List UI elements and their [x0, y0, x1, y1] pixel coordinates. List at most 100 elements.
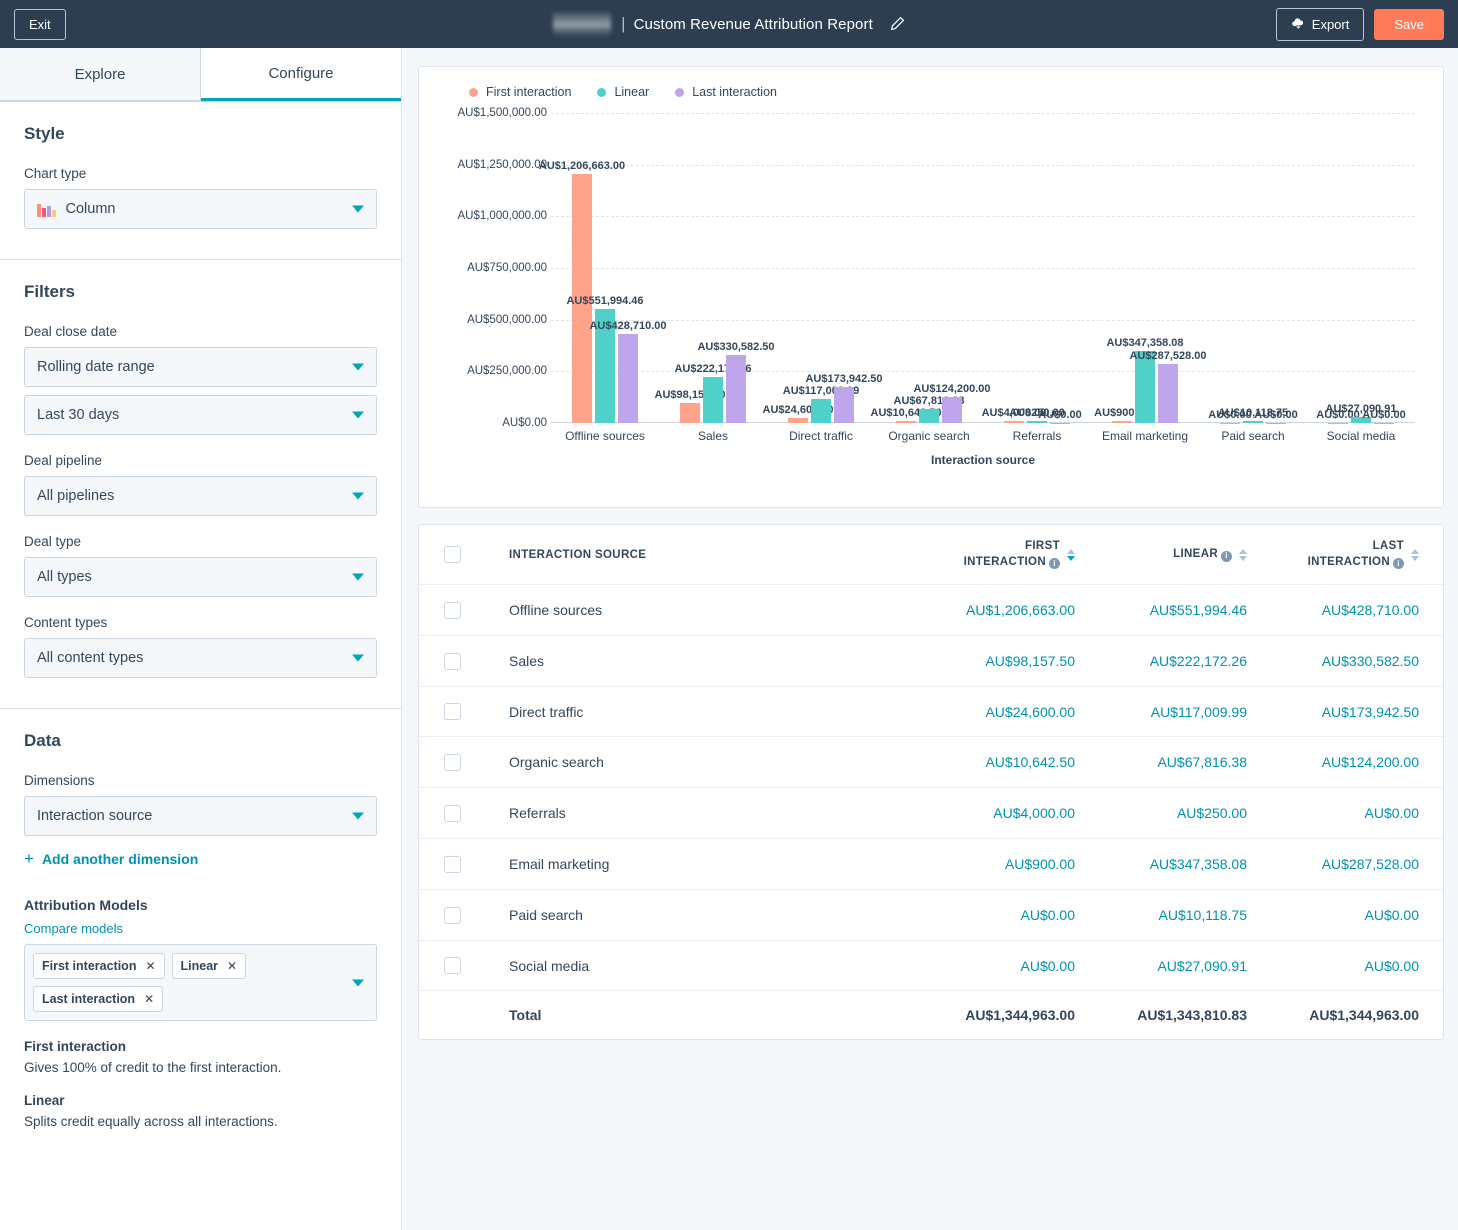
- row-checkbox[interactable]: [443, 957, 461, 975]
- tab-configure[interactable]: Configure: [201, 48, 401, 101]
- bar[interactable]: AU$330,582.50: [697, 341, 775, 423]
- cell-last-interaction[interactable]: AU$173,942.50: [1271, 686, 1443, 738]
- cell-last-interaction[interactable]: AU$287,528.00: [1271, 838, 1443, 890]
- sort-linear[interactable]: [1239, 548, 1247, 561]
- select-all-checkbox[interactable]: [443, 546, 461, 564]
- cell-last-interaction[interactable]: AU$428,710.00: [1271, 584, 1443, 636]
- legend-item-linear[interactable]: Linear: [597, 85, 649, 99]
- row-checkbox[interactable]: [443, 805, 461, 823]
- row-checkbox[interactable]: [443, 906, 461, 924]
- header-last-line1: LAST: [1372, 540, 1404, 552]
- model-chip-first-interaction[interactable]: First interaction ✕: [33, 953, 165, 979]
- bar[interactable]: AU$900.00: [1094, 407, 1150, 423]
- bar[interactable]: AU$4,000.00: [982, 407, 1046, 423]
- bar[interactable]: AU$287,528.00: [1129, 350, 1207, 423]
- legend-item-last-interaction[interactable]: Last interaction: [675, 85, 777, 99]
- table-row[interactable]: Social media AU$0.00 AU$27,090.91 AU$0.00: [419, 940, 1443, 992]
- info-icon[interactable]: i: [1049, 558, 1060, 570]
- bar[interactable]: AU$10,118.75: [1218, 407, 1288, 423]
- remove-chip-icon[interactable]: ✕: [227, 959, 237, 973]
- cell-first-interaction[interactable]: AU$0.00: [927, 889, 1099, 941]
- pencil-icon[interactable]: [889, 16, 905, 32]
- cell-linear[interactable]: AU$250.00: [1099, 787, 1271, 840]
- chart-type-select[interactable]: Column: [24, 189, 377, 229]
- bar[interactable]: AU$117,009.99: [783, 385, 859, 423]
- cell-linear[interactable]: AU$67,816.38: [1099, 736, 1271, 789]
- cell-first-interaction[interactable]: AU$4,000.00: [927, 787, 1099, 840]
- cell-linear[interactable]: AU$222,172.26: [1099, 635, 1271, 687]
- deal-pipeline-select[interactable]: All pipelines: [24, 476, 377, 516]
- cell-last-interaction[interactable]: AU$330,582.50: [1271, 635, 1443, 687]
- sort-last-interaction[interactable]: [1411, 548, 1419, 561]
- bar[interactable]: AU$222,172.26: [674, 363, 752, 423]
- cell-first-interaction[interactable]: AU$1,206,663.00: [927, 584, 1099, 636]
- bar[interactable]: AU$10,642.50: [871, 407, 941, 423]
- header-last-interaction[interactable]: LAST INTERACTION i: [1271, 525, 1443, 586]
- cell-linear[interactable]: AU$117,009.99: [1099, 686, 1271, 738]
- rolling-range-select[interactable]: Last 30 days: [24, 395, 377, 435]
- content-types-select[interactable]: All content types: [24, 638, 377, 678]
- header-linear[interactable]: LINEAR i: [1099, 525, 1271, 586]
- cell-first-interaction[interactable]: AU$98,157.50: [927, 635, 1099, 687]
- bar[interactable]: AU$173,942.50: [805, 373, 883, 423]
- info-icon[interactable]: i: [1221, 550, 1232, 562]
- cell-last-interaction[interactable]: AU$0.00: [1271, 889, 1443, 941]
- cell-last-interaction[interactable]: AU$0.00: [1271, 940, 1443, 992]
- bar[interactable]: AU$0.00: [1254, 409, 1298, 423]
- table-row[interactable]: Referrals AU$4,000.00 AU$250.00 AU$0.00: [419, 787, 1443, 840]
- cell-linear[interactable]: AU$551,994.46: [1099, 584, 1271, 636]
- cell-first-interaction[interactable]: AU$0.00: [927, 940, 1099, 992]
- add-another-dimension-button[interactable]: + Add another dimension: [24, 850, 377, 867]
- bar[interactable]: AU$250.00: [1009, 407, 1065, 423]
- cell-linear[interactable]: AU$10,118.75: [1099, 889, 1271, 941]
- row-checkbox[interactable]: [443, 855, 461, 873]
- info-icon[interactable]: i: [1393, 558, 1404, 570]
- model-chip-last-interaction[interactable]: Last interaction ✕: [33, 986, 164, 1012]
- row-checkbox[interactable]: [443, 652, 461, 670]
- table-row[interactable]: Sales AU$98,157.50 AU$222,172.26 AU$330,582…: [419, 635, 1443, 687]
- chevron-down-icon[interactable]: [352, 979, 364, 986]
- cell-linear[interactable]: AU$27,090.91: [1099, 940, 1271, 992]
- export-button[interactable]: Export: [1275, 7, 1365, 41]
- header-first-interaction[interactable]: FIRST INTERACTION i: [927, 525, 1099, 586]
- table-row[interactable]: Direct traffic AU$24,600.00 AU$117,009.99 A…: [419, 686, 1443, 738]
- exit-button[interactable]: Exit: [14, 8, 66, 40]
- row-checkbox[interactable]: [443, 703, 461, 721]
- deal-close-date-select[interactable]: Rolling date range: [24, 347, 377, 387]
- table-row[interactable]: Email marketing AU$900.00 AU$347,358.08 AU$…: [419, 838, 1443, 890]
- legend-item-first-interaction[interactable]: First interaction: [469, 85, 571, 99]
- cell-linear[interactable]: AU$347,358.08: [1099, 838, 1271, 890]
- bar[interactable]: AU$0.00: [1362, 409, 1406, 423]
- compare-models-link[interactable]: Compare models: [24, 921, 377, 936]
- row-checkbox[interactable]: [443, 601, 461, 619]
- cell-first-interaction[interactable]: AU$24,600.00: [927, 686, 1099, 738]
- deal-type-select[interactable]: All types: [24, 557, 377, 597]
- bar[interactable]: AU$0.00: [1208, 409, 1252, 423]
- sort-first-interaction[interactable]: [1067, 548, 1075, 561]
- bar[interactable]: AU$428,710.00: [589, 320, 667, 423]
- save-button[interactable]: Save: [1374, 8, 1444, 40]
- bar[interactable]: AU$98,157.50: [655, 389, 725, 423]
- bar[interactable]: AU$0.00: [1316, 409, 1360, 423]
- cell-last-interaction[interactable]: AU$124,200.00: [1271, 736, 1443, 789]
- cell-first-interaction[interactable]: AU$10,642.50: [927, 736, 1099, 789]
- cell-last-interaction[interactable]: AU$0.00: [1271, 787, 1443, 840]
- attribution-models-multiselect[interactable]: First interaction ✕ Linear ✕ Last intera…: [24, 944, 377, 1021]
- table-row[interactable]: Organic search AU$10,642.50 AU$67,816.38 AU…: [419, 736, 1443, 789]
- bar[interactable]: AU$124,200.00: [913, 383, 991, 423]
- cell-first-interaction[interactable]: AU$900.00: [927, 838, 1099, 890]
- table-row[interactable]: Paid search AU$0.00 AU$10,118.75 AU$0.00: [419, 889, 1443, 941]
- bar[interactable]: AU$347,358.08: [1106, 337, 1184, 423]
- remove-chip-icon[interactable]: ✕: [145, 959, 155, 973]
- remove-chip-icon[interactable]: ✕: [144, 992, 154, 1006]
- row-checkbox[interactable]: [443, 754, 461, 772]
- header-interaction-source[interactable]: INTERACTION SOURCE: [485, 525, 927, 586]
- chip-label: First interaction: [42, 959, 137, 973]
- bar[interactable]: AU$67,816.38: [894, 395, 964, 423]
- dimensions-select[interactable]: Interaction source: [24, 796, 377, 836]
- bar[interactable]: AU$24,600.00: [763, 404, 833, 423]
- tab-explore[interactable]: Explore: [0, 48, 201, 101]
- bar[interactable]: AU$0.00: [1038, 409, 1082, 423]
- model-chip-linear[interactable]: Linear ✕: [171, 953, 247, 979]
- table-row[interactable]: Offline sources AU$1,206,663.00 AU$551,994…: [419, 584, 1443, 636]
